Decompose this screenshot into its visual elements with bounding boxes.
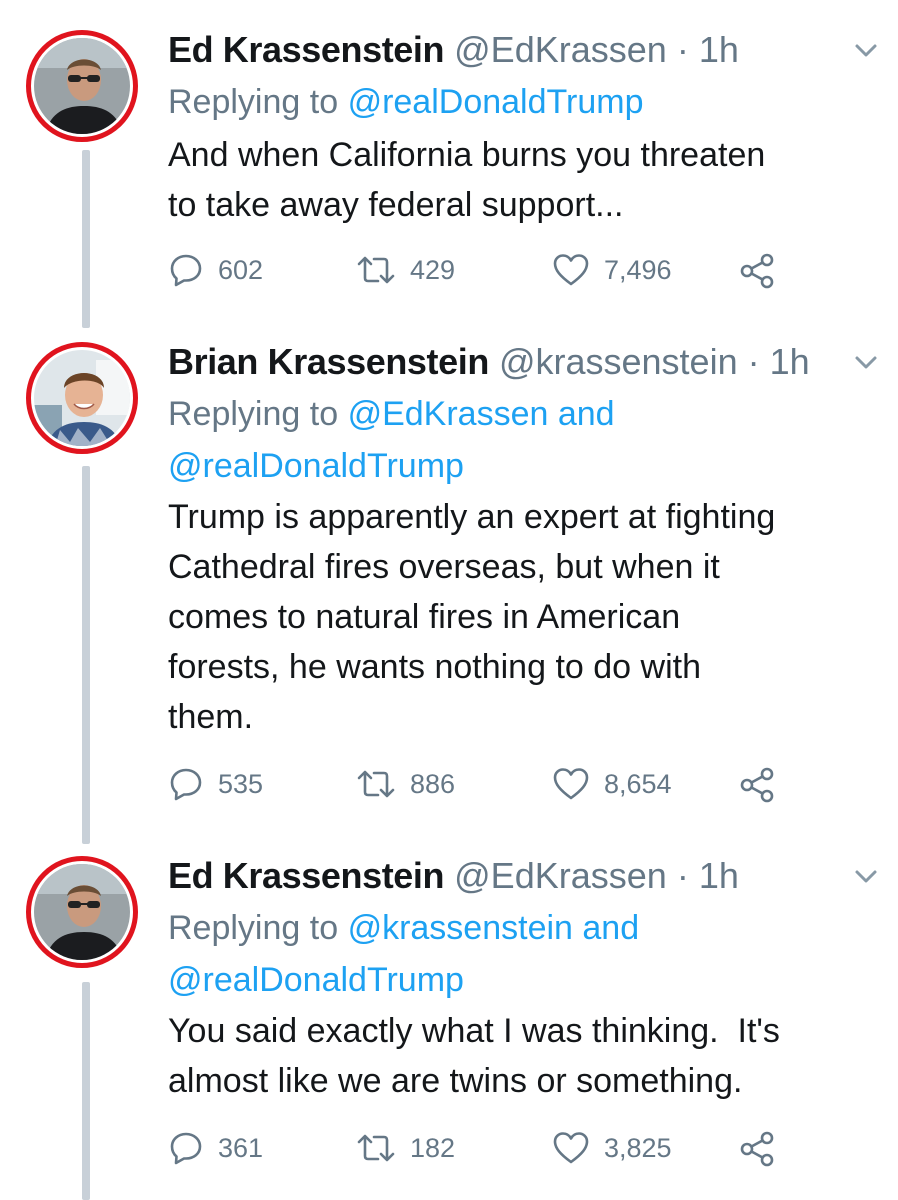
replying-to-label: Replying to: [168, 909, 339, 947]
tweet-text-line: to take away federal support...: [168, 186, 624, 224]
thread-connector-line: [82, 466, 90, 844]
tweet-header: Ed Krassenstein @EdKrassen · 1h: [168, 854, 739, 898]
thread-connector-line: [82, 982, 90, 1200]
tweet-text-line: You said exactly what I was thinking. It…: [168, 1012, 780, 1050]
like-count: 8,654: [604, 768, 672, 799]
chevron-down-icon[interactable]: [852, 862, 880, 890]
timestamp[interactable]: 1h: [699, 29, 739, 70]
like-button[interactable]: 7,496: [552, 250, 672, 290]
reply-button[interactable]: 602: [168, 250, 263, 290]
avatar[interactable]: [26, 30, 138, 142]
display-name[interactable]: Ed Krassenstein: [168, 855, 445, 896]
tweet-actions: 602 429 7,496: [168, 250, 788, 290]
reply-count: 361: [218, 1132, 264, 1163]
reply-count: 602: [218, 254, 264, 285]
display-name[interactable]: Ed Krassenstein: [168, 29, 445, 70]
tweet-text: Trump is apparently an expert at fightin…: [168, 492, 878, 742]
tweet-text: You said exactly what I was thinking. It…: [168, 1006, 878, 1106]
retweet-count: 886: [410, 768, 456, 799]
replying-to: Replying to @realDonaldTrump: [168, 76, 644, 128]
share-icon: [740, 767, 774, 803]
profile-photo: [34, 864, 130, 960]
retweet-count: 429: [410, 254, 456, 285]
user-handle[interactable]: @EdKrassen: [454, 29, 667, 70]
heart-icon: [553, 768, 589, 800]
share-icon: [740, 1131, 774, 1167]
separator-dot: ·: [676, 29, 689, 70]
tweet-text-line: comes to natural fires in American: [168, 598, 681, 636]
chevron-down-icon[interactable]: [852, 348, 880, 376]
timestamp[interactable]: 1h: [770, 341, 810, 382]
tweet-actions: 361 182 3,825: [168, 1128, 788, 1168]
like-count: 7,496: [604, 254, 672, 285]
retweet-button[interactable]: 886: [356, 764, 455, 804]
user-handle[interactable]: @krassenstein: [499, 341, 738, 382]
avatar[interactable]: [26, 342, 138, 454]
separator-dot: ·: [676, 855, 689, 896]
mention-link[interactable]: @krassenstein and: [348, 909, 640, 947]
reply-count: 535: [218, 768, 264, 799]
like-button[interactable]: 8,654: [552, 764, 672, 804]
reply-icon: [170, 1132, 202, 1165]
tweet-text-line: Trump is apparently an expert at fightin…: [168, 498, 776, 536]
retweet-button[interactable]: 182: [356, 1128, 455, 1168]
replying-to-label: Replying to: [168, 83, 339, 121]
tweet-text-line: And when California burns you threaten: [168, 136, 766, 174]
replying-to-label: Replying to: [168, 395, 339, 433]
tweet-text: And when California burns you threaten t…: [168, 130, 878, 230]
replying-to: Replying to @EdKrassen and @realDonaldTr…: [168, 388, 615, 492]
separator-dot: ·: [747, 341, 760, 382]
like-button[interactable]: 3,825: [552, 1128, 672, 1168]
reply-icon: [170, 768, 202, 801]
tweet-actions: 535 886 8,654: [168, 764, 788, 804]
tweet-text-line: forests, he wants nothing to do with: [168, 648, 701, 686]
user-handle[interactable]: @EdKrassen: [454, 855, 667, 896]
thread-connector-line: [82, 150, 90, 328]
mention-link[interactable]: @realDonaldTrump: [348, 83, 644, 121]
timestamp[interactable]: 1h: [699, 855, 739, 896]
share-button[interactable]: [738, 1130, 776, 1173]
retweet-count: 182: [410, 1132, 456, 1163]
reply-icon: [170, 254, 202, 287]
chevron-down-icon[interactable]: [852, 36, 880, 64]
conversation-thread: Ed Krassenstein @EdKrassen · 1h Replying…: [0, 0, 898, 1200]
reply-button[interactable]: 361: [168, 1128, 263, 1168]
mention-link[interactable]: @EdKrassen and: [348, 395, 615, 433]
mention-link[interactable]: @realDonaldTrump: [168, 440, 615, 492]
share-icon: [740, 253, 774, 289]
tweet-header: Ed Krassenstein @EdKrassen · 1h: [168, 28, 739, 72]
like-count: 3,825: [604, 1132, 672, 1163]
tweet-header: Brian Krassenstein @krassenstein · 1h: [168, 340, 810, 384]
reply-button[interactable]: 535: [168, 764, 263, 804]
heart-icon: [553, 254, 589, 286]
heart-icon: [553, 1132, 589, 1164]
replying-to: Replying to @krassenstein and @realDonal…: [168, 902, 639, 1006]
profile-photo: [34, 350, 130, 446]
profile-photo: [34, 38, 130, 134]
retweet-button[interactable]: 429: [356, 250, 455, 290]
display-name[interactable]: Brian Krassenstein: [168, 341, 489, 382]
tweet-text-line: them.: [168, 698, 254, 736]
share-button[interactable]: [738, 766, 776, 809]
mention-link[interactable]: @realDonaldTrump: [168, 954, 639, 1006]
share-button[interactable]: [738, 252, 776, 295]
retweet-icon: [357, 770, 395, 798]
tweet-text-line: almost like we are twins or something.: [168, 1062, 743, 1100]
retweet-icon: [357, 256, 395, 284]
avatar[interactable]: [26, 856, 138, 968]
tweet-text-line: Cathedral fires overseas, but when it: [168, 548, 720, 586]
retweet-icon: [357, 1134, 395, 1162]
